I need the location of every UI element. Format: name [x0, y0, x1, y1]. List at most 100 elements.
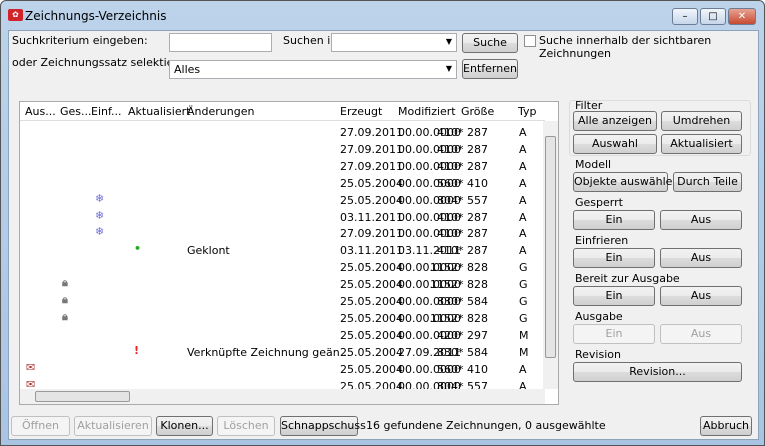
- drawing-set-value: Alles: [174, 63, 201, 76]
- select-objects-button[interactable]: Objekte auswählen: [573, 172, 679, 192]
- window: ✿ Zeichnungs-Verzeichnis – □ ✕ Suchkrite…: [0, 0, 765, 446]
- column-header-changes[interactable]: Änderungen: [187, 105, 254, 118]
- created-cell: 25.05.2004: [340, 176, 403, 190]
- drawing-set-select[interactable]: Alles ▼: [169, 60, 457, 79]
- open-button[interactable]: Öffnen: [11, 416, 70, 436]
- app-icon: ✿: [8, 9, 23, 21]
- freeze-on-button[interactable]: Ein: [573, 248, 655, 268]
- size-cell: 1152* 828: [430, 311, 488, 325]
- table-row[interactable]: 25.05.2004 00.00.0000 560* 410 A: [20, 175, 545, 192]
- ready-on-button[interactable]: Ein: [573, 286, 655, 306]
- created-cell: 25.05.2004: [340, 295, 403, 308]
- search-input[interactable]: [169, 33, 272, 52]
- column-header-frozen[interactable]: Einf...: [91, 105, 122, 118]
- ready-off-button[interactable]: Aus: [660, 286, 742, 306]
- table-header: Aus... Ges... Einf... Aktualisiert Änder…: [20, 102, 545, 121]
- issue-off-button[interactable]: Aus: [660, 324, 742, 344]
- locked-off-button[interactable]: Aus: [660, 210, 742, 230]
- mail-icon: ✉: [26, 360, 36, 374]
- selection-button[interactable]: Auswahl: [573, 134, 657, 154]
- changes-cell: Verknüpfte Zeichnung geän...: [187, 345, 351, 359]
- locked-label: Gesperrt: [575, 196, 623, 209]
- table-row[interactable]: 27.09.2011 00.00.0000 410* 287 A: [20, 124, 545, 141]
- table-row[interactable]: ❄ 03.11.2011 00.00.0000 410* 287 A: [20, 209, 545, 226]
- type-cell: G: [519, 261, 528, 275]
- table-row[interactable]: 25.05.2004 00.00.0000 420* 297 M: [20, 327, 545, 344]
- table-row[interactable]: 25.05.2004 00.00.0000 1152* 828 G: [20, 259, 545, 276]
- snapshot-button[interactable]: Schnappschuss: [280, 416, 366, 436]
- type-cell: M: [519, 328, 529, 342]
- table-row[interactable]: 🔒︎ 25.05.2004 00.00.0000 1152* 828 G: [20, 276, 545, 293]
- minimize-button[interactable]: –: [672, 8, 698, 25]
- maximize-button[interactable]: □: [700, 8, 726, 25]
- size-cell: 830* 584: [437, 345, 488, 359]
- table-row[interactable]: • Geklont 03.11.2011 03.11.2011 410* 287 A: [20, 242, 545, 259]
- delete-button[interactable]: Löschen: [217, 416, 275, 436]
- issue-label: Ausgabe: [575, 310, 623, 323]
- table-row[interactable]: ❄ 27.09.2011 00.00.0000 410* 287 A: [20, 225, 545, 242]
- column-header-created[interactable]: Erzeugt: [340, 105, 382, 118]
- model-label: Modell: [575, 158, 612, 171]
- search-in-label: Suchen in: [283, 34, 338, 47]
- search-in-select[interactable]: ▼: [331, 33, 457, 52]
- show-all-button[interactable]: Alle anzeigen: [573, 111, 657, 131]
- column-header-type[interactable]: Typ: [518, 105, 537, 118]
- table-row[interactable]: 🔒︎ 25.05.2004 00.00.0000 1152* 828 G: [20, 310, 545, 327]
- invert-button[interactable]: Umdrehen: [661, 111, 742, 131]
- created-cell: 25.05.2004: [340, 362, 403, 376]
- changes-cell: Geklont: [187, 244, 230, 258]
- scroll-thumb[interactable]: [545, 136, 556, 358]
- chevron-down-icon: ▼: [445, 37, 452, 46]
- created-cell: 03.11.2011: [340, 210, 403, 224]
- horizontal-scrollbar[interactable]: [20, 389, 545, 404]
- created-cell: 25.05.2004: [340, 278, 403, 292]
- column-header-updated[interactable]: Aktualisiert: [128, 105, 190, 118]
- close-button[interactable]: ✕: [728, 8, 756, 25]
- column-header-issue[interactable]: Aus...: [25, 105, 56, 118]
- freeze-off-button[interactable]: Aus: [660, 248, 742, 268]
- table-row[interactable]: 27.09.2011 00.00.0000 410* 287 A: [20, 141, 545, 158]
- search-button[interactable]: Suche: [462, 33, 518, 53]
- size-cell: 804* 557: [437, 193, 488, 207]
- column-header-locked[interactable]: Ges...: [60, 105, 92, 118]
- size-cell: 560* 410: [437, 362, 488, 376]
- size-cell: 410* 287: [437, 159, 488, 173]
- type-cell: G: [519, 295, 528, 308]
- type-cell: A: [519, 193, 527, 207]
- issue-on-button[interactable]: Ein: [573, 324, 655, 344]
- lock-icon: 🔒︎: [62, 309, 68, 323]
- column-header-size[interactable]: Größe: [461, 105, 494, 118]
- warning-icon: !: [134, 343, 140, 357]
- table-row[interactable]: ❄ 25.05.2004 00.00.0000 804* 557 A: [20, 192, 545, 209]
- created-cell: 25.05.2004: [340, 193, 403, 207]
- table-row[interactable]: 🔒︎ 25.05.2004 00.00.0000 830* 584 G: [20, 293, 545, 310]
- visible-only-checkbox[interactable]: [524, 35, 536, 47]
- created-cell: 03.11.2011: [340, 244, 403, 258]
- size-cell: 420* 297: [437, 328, 488, 342]
- size-cell: 410* 287: [437, 244, 488, 258]
- drawings-table: Aus... Ges... Einf... Aktualisiert Änder…: [19, 101, 559, 405]
- vertical-scrollbar[interactable]: [543, 121, 558, 389]
- table-row[interactable]: ✉ 25.05.2004 00.00.0000 560* 410 A: [20, 361, 545, 378]
- revision-button[interactable]: Revision...: [573, 362, 742, 382]
- type-cell: M: [519, 345, 529, 359]
- table-row[interactable]: ! Verknüpfte Zeichnung geän... 25.05.2004 2…: [20, 344, 545, 361]
- column-header-modified[interactable]: Modifiziert: [398, 105, 456, 118]
- remove-button[interactable]: Entfernen: [462, 59, 518, 79]
- window-title: Zeichnungs-Verzeichnis: [25, 9, 167, 23]
- type-cell: A: [519, 159, 527, 173]
- updated-button[interactable]: Aktualisiert: [661, 134, 742, 154]
- freeze-icon: ❄: [95, 191, 105, 205]
- created-cell: 27.09.2011: [340, 159, 403, 173]
- freeze-label: Einfrieren: [575, 234, 629, 247]
- clone-button[interactable]: Klonen...: [156, 416, 213, 436]
- locked-on-button[interactable]: Ein: [573, 210, 655, 230]
- cancel-button[interactable]: Abbruch: [700, 416, 752, 436]
- table-row[interactable]: 27.09.2011 00.00.0000 410* 287 A: [20, 158, 545, 175]
- updated-ok-icon: •: [134, 242, 142, 256]
- update-button[interactable]: Aktualisieren: [74, 416, 152, 436]
- by-parts-button[interactable]: Durch Teile: [673, 172, 742, 192]
- created-cell: 27.09.2011: [340, 142, 403, 156]
- hscroll-thumb[interactable]: [35, 391, 130, 402]
- type-cell: A: [519, 142, 527, 156]
